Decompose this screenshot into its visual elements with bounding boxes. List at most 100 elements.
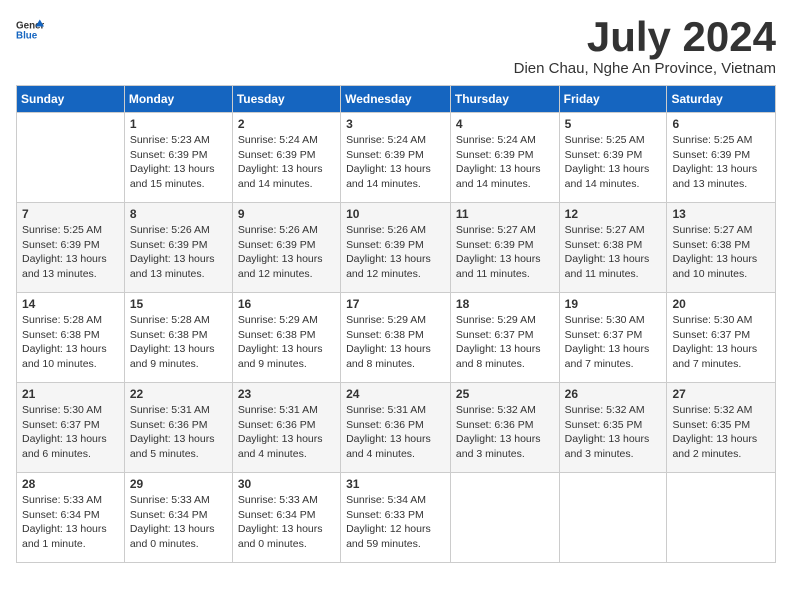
- calendar-table: SundayMondayTuesdayWednesdayThursdayFrid…: [16, 85, 776, 563]
- cell-info: Sunrise: 5:26 AMSunset: 6:39 PMDaylight:…: [238, 223, 335, 282]
- calendar-cell: 23 Sunrise: 5:31 AMSunset: 6:36 PMDayligh…: [232, 383, 340, 473]
- cell-info: Sunrise: 5:26 AMSunset: 6:39 PMDaylight:…: [130, 223, 227, 282]
- calendar-cell: 29 Sunrise: 5:33 AMSunset: 6:34 PMDayligh…: [124, 473, 232, 563]
- cell-day-number: 22: [130, 387, 227, 401]
- cell-info: Sunrise: 5:27 AMSunset: 6:38 PMDaylight:…: [565, 223, 662, 282]
- calendar-cell: 9 Sunrise: 5:26 AMSunset: 6:39 PMDaylight…: [232, 203, 340, 293]
- cell-info: Sunrise: 5:31 AMSunset: 6:36 PMDaylight:…: [238, 403, 335, 462]
- cell-info: Sunrise: 5:25 AMSunset: 6:39 PMDaylight:…: [672, 133, 770, 192]
- calendar-cell: 24 Sunrise: 5:31 AMSunset: 6:36 PMDayligh…: [341, 383, 451, 473]
- cell-day-number: 31: [346, 477, 445, 491]
- cell-day-number: 10: [346, 207, 445, 221]
- cell-info: Sunrise: 5:25 AMSunset: 6:39 PMDaylight:…: [565, 133, 662, 192]
- calendar-cell: 3Sunrise: 5:24 AMSunset: 6:39 PMDaylight…: [341, 113, 451, 203]
- cell-day-number: 4: [456, 117, 554, 131]
- cell-info: Sunrise: 5:28 AMSunset: 6:38 PMDaylight:…: [130, 313, 227, 372]
- cell-day-number: 1: [130, 117, 227, 131]
- week-row-4: 21 Sunrise: 5:30 AMSunset: 6:37 PMDayligh…: [17, 383, 776, 473]
- cell-day-number: 2: [238, 117, 335, 131]
- col-header-saturday: Saturday: [667, 86, 776, 113]
- cell-info: Sunrise: 5:29 AMSunset: 6:38 PMDaylight:…: [346, 313, 445, 372]
- week-row-2: 7Sunrise: 5:25 AMSunset: 6:39 PMDaylight…: [17, 203, 776, 293]
- calendar-cell: 15 Sunrise: 5:28 AMSunset: 6:38 PMDayligh…: [124, 293, 232, 383]
- location-title: Dien Chau, Nghe An Province, Vietnam: [514, 60, 776, 77]
- cell-day-number: 29: [130, 477, 227, 491]
- cell-day-number: 8: [130, 207, 227, 221]
- cell-day-number: 17: [346, 297, 445, 311]
- week-row-1: 1 Sunrise: 5:23 AMSunset: 6:39 PMDaylight…: [17, 113, 776, 203]
- calendar-cell: 6Sunrise: 5:25 AMSunset: 6:39 PMDaylight…: [667, 113, 776, 203]
- calendar-cell: 28 Sunrise: 5:33 AMSunset: 6:34 PMDayligh…: [17, 473, 125, 563]
- calendar-cell: 11 Sunrise: 5:27 AMSunset: 6:39 PMDayligh…: [450, 203, 559, 293]
- calendar-header-row: SundayMondayTuesdayWednesdayThursdayFrid…: [17, 86, 776, 113]
- cell-day-number: 5: [565, 117, 662, 131]
- cell-info: Sunrise: 5:33 AMSunset: 6:34 PMDaylight:…: [238, 493, 335, 552]
- col-header-sunday: Sunday: [17, 86, 125, 113]
- calendar-cell: 20 Sunrise: 5:30 AMSunset: 6:37 PMDayligh…: [667, 293, 776, 383]
- month-title: July 2024: [514, 16, 776, 58]
- svg-text:Blue: Blue: [16, 30, 38, 41]
- calendar-body: 1 Sunrise: 5:23 AMSunset: 6:39 PMDaylight…: [17, 113, 776, 563]
- cell-day-number: 27: [672, 387, 770, 401]
- calendar-cell: 25 Sunrise: 5:32 AMSunset: 6:36 PMDayligh…: [450, 383, 559, 473]
- cell-day-number: 16: [238, 297, 335, 311]
- cell-info: Sunrise: 5:33 AMSunset: 6:34 PMDaylight:…: [22, 493, 119, 552]
- calendar-cell: [450, 473, 559, 563]
- cell-day-number: 13: [672, 207, 770, 221]
- col-header-friday: Friday: [559, 86, 667, 113]
- title-area: July 2024 Dien Chau, Nghe An Province, V…: [514, 16, 776, 77]
- cell-info: Sunrise: 5:24 AMSunset: 6:39 PMDaylight:…: [346, 133, 445, 192]
- cell-info: Sunrise: 5:29 AMSunset: 6:37 PMDaylight:…: [456, 313, 554, 372]
- cell-day-number: 30: [238, 477, 335, 491]
- cell-info: Sunrise: 5:26 AMSunset: 6:39 PMDaylight:…: [346, 223, 445, 282]
- calendar-cell: 16 Sunrise: 5:29 AMSunset: 6:38 PMDayligh…: [232, 293, 340, 383]
- cell-info: Sunrise: 5:34 AMSunset: 6:33 PMDaylight:…: [346, 493, 445, 552]
- cell-day-number: 15: [130, 297, 227, 311]
- cell-info: Sunrise: 5:30 AMSunset: 6:37 PMDaylight:…: [565, 313, 662, 372]
- page-header: General Blue July 2024 Dien Chau, Nghe A…: [16, 16, 776, 77]
- cell-info: Sunrise: 5:23 AMSunset: 6:39 PMDaylight:…: [130, 133, 227, 192]
- cell-day-number: 25: [456, 387, 554, 401]
- cell-day-number: 23: [238, 387, 335, 401]
- calendar-cell: [559, 473, 667, 563]
- cell-day-number: 21: [22, 387, 119, 401]
- col-header-thursday: Thursday: [450, 86, 559, 113]
- calendar-cell: 21 Sunrise: 5:30 AMSunset: 6:37 PMDayligh…: [17, 383, 125, 473]
- cell-day-number: 20: [672, 297, 770, 311]
- cell-day-number: 28: [22, 477, 119, 491]
- calendar-cell: 22Sunrise: 5:31 AMSunset: 6:36 PMDayligh…: [124, 383, 232, 473]
- calendar-cell: 1 Sunrise: 5:23 AMSunset: 6:39 PMDaylight…: [124, 113, 232, 203]
- calendar-cell: [17, 113, 125, 203]
- cell-day-number: 19: [565, 297, 662, 311]
- cell-info: Sunrise: 5:24 AMSunset: 6:39 PMDaylight:…: [238, 133, 335, 192]
- calendar-cell: 19 Sunrise: 5:30 AMSunset: 6:37 PMDayligh…: [559, 293, 667, 383]
- calendar-cell: 13Sunrise: 5:27 AMSunset: 6:38 PMDayligh…: [667, 203, 776, 293]
- calendar-cell: 4Sunrise: 5:24 AMSunset: 6:39 PMDaylight…: [450, 113, 559, 203]
- cell-day-number: 18: [456, 297, 554, 311]
- cell-info: Sunrise: 5:32 AMSunset: 6:35 PMDaylight:…: [565, 403, 662, 462]
- cell-day-number: 14: [22, 297, 119, 311]
- calendar-cell: 2 Sunrise: 5:24 AMSunset: 6:39 PMDaylight…: [232, 113, 340, 203]
- cell-info: Sunrise: 5:31 AMSunset: 6:36 PMDaylight:…: [346, 403, 445, 462]
- cell-info: Sunrise: 5:33 AMSunset: 6:34 PMDaylight:…: [130, 493, 227, 552]
- cell-info: Sunrise: 5:29 AMSunset: 6:38 PMDaylight:…: [238, 313, 335, 372]
- cell-day-number: 11: [456, 207, 554, 221]
- cell-info: Sunrise: 5:27 AMSunset: 6:39 PMDaylight:…: [456, 223, 554, 282]
- cell-day-number: 26: [565, 387, 662, 401]
- cell-info: Sunrise: 5:30 AMSunset: 6:37 PMDaylight:…: [672, 313, 770, 372]
- calendar-cell: 14Sunrise: 5:28 AMSunset: 6:38 PMDayligh…: [17, 293, 125, 383]
- col-header-monday: Monday: [124, 86, 232, 113]
- cell-info: Sunrise: 5:32 AMSunset: 6:36 PMDaylight:…: [456, 403, 554, 462]
- cell-day-number: 24: [346, 387, 445, 401]
- calendar-cell: [667, 473, 776, 563]
- col-header-tuesday: Tuesday: [232, 86, 340, 113]
- calendar-cell: 17 Sunrise: 5:29 AMSunset: 6:38 PMDayligh…: [341, 293, 451, 383]
- week-row-3: 14 Sunrise: 5:28 AMSunset: 6:38 PMDayligh…: [17, 293, 776, 383]
- calendar-cell: 8 Sunrise: 5:26 AMSunset: 6:39 PMDaylight…: [124, 203, 232, 293]
- week-row-5: 28 Sunrise: 5:33 AMSunset: 6:34 PMDayligh…: [17, 473, 776, 563]
- cell-day-number: 9: [238, 207, 335, 221]
- cell-info: Sunrise: 5:30 AMSunset: 6:37 PMDaylight:…: [22, 403, 119, 462]
- calendar-cell: 30 Sunrise: 5:33 AMSunset: 6:34 PMDayligh…: [232, 473, 340, 563]
- col-header-wednesday: Wednesday: [341, 86, 451, 113]
- cell-day-number: 7: [22, 207, 119, 221]
